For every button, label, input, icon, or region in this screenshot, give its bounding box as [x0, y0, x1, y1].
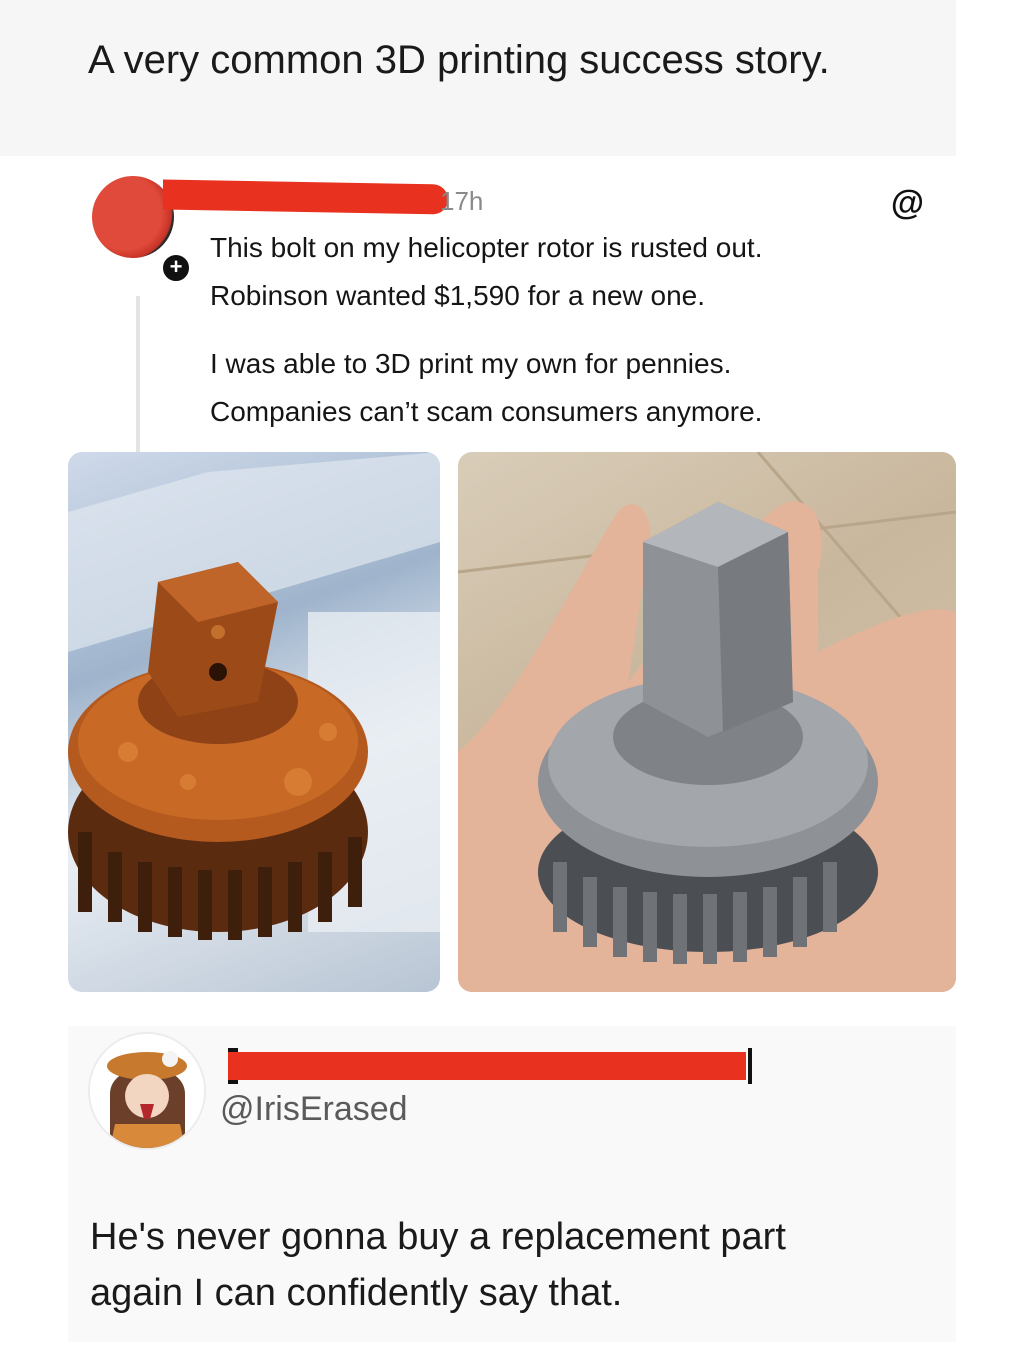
rusted-gear-photo[interactable]: [68, 452, 440, 992]
caption-panel: A very common 3D printing success story.: [0, 0, 956, 156]
reply-handle[interactable]: @IrisErased: [220, 1090, 408, 1129]
follow-plus-icon[interactable]: +: [160, 252, 192, 284]
redacted-display-name: [228, 1052, 746, 1080]
redacted-name-edge-right: [748, 1048, 752, 1084]
post-line-4: Companies can’t scam consumers anymore.: [210, 396, 763, 427]
printed-gear-illustration: [458, 452, 956, 992]
threads-icon[interactable]: @: [891, 184, 924, 223]
threads-post-card: + 17h @ This bolt on my helicopter rotor…: [68, 156, 956, 1026]
printed-gear-photo[interactable]: [458, 452, 956, 992]
anime-avatar-illustration: [90, 1034, 204, 1148]
redacted-username: [163, 179, 448, 215]
reply-avatar[interactable]: [88, 1032, 206, 1150]
post-line-3: I was able to 3D print my own for pennie…: [210, 348, 732, 379]
reply-line-2: again I can confidently say that.: [90, 1272, 623, 1314]
reply-card: @IrisErased He's never gonna buy a repla…: [68, 1026, 956, 1342]
rusted-gear-illustration: [68, 452, 440, 940]
post-line-1: This bolt on my helicopter rotor is rust…: [210, 232, 763, 263]
thread-connector-line: [136, 296, 140, 456]
reply-line-1: He's never gonna buy a replacement part: [90, 1216, 786, 1258]
post-line-2: Robinson wanted $1,590 for a new one.: [210, 280, 706, 311]
post-timestamp: 17h: [440, 186, 484, 216]
redacted-avatar: [92, 176, 174, 258]
caption-text: A very common 3D printing success story.: [88, 38, 830, 82]
